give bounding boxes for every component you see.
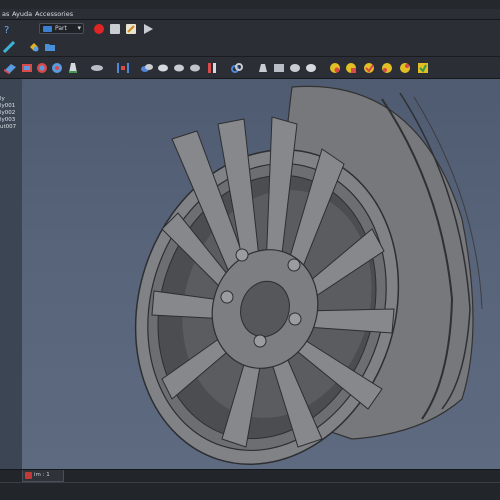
title-strip	[0, 0, 500, 9]
mirror-icon[interactable]	[205, 61, 219, 75]
divider	[0, 482, 500, 483]
wheel-model	[134, 85, 483, 465]
common-icon[interactable]	[188, 61, 202, 75]
document-icon	[25, 472, 32, 479]
toolbar-row-2	[0, 38, 500, 57]
record-macro-icon[interactable]	[93, 23, 105, 35]
boolean-icon[interactable]	[140, 61, 154, 75]
menu-item-accessories[interactable]: Accessories	[35, 10, 73, 18]
datum-plane-icon[interactable]	[90, 61, 104, 75]
part-icon	[43, 26, 52, 32]
shape-check-icon[interactable]	[362, 61, 376, 75]
menu-item-macros[interactable]: as	[2, 10, 9, 18]
tree-item[interactable]: ly001	[0, 103, 15, 109]
document-tab[interactable]: im : 1	[22, 470, 64, 482]
whats-this-icon[interactable]: ?	[2, 23, 14, 35]
model-tree-panel: ly ly001 ly002 ly003 ut007	[0, 79, 22, 469]
sweep-icon[interactable]	[344, 61, 358, 75]
shape-export-icon[interactable]	[416, 61, 430, 75]
status-bar: im : 1	[0, 469, 500, 500]
3d-viewport[interactable]	[22, 79, 500, 469]
shape-info-icon[interactable]	[328, 61, 342, 75]
shape-refine-icon[interactable]	[380, 61, 394, 75]
tree-item[interactable]: ly002	[0, 110, 15, 116]
fuse-icon[interactable]	[172, 61, 186, 75]
pocket-icon[interactable]	[20, 61, 34, 75]
shape-copy-icon[interactable]	[398, 61, 412, 75]
chamfer-icon[interactable]	[256, 61, 270, 75]
offset-icon[interactable]	[304, 61, 318, 75]
sketch-icon[interactable]	[116, 61, 130, 75]
part-selector-combo[interactable]: Part ▾	[39, 23, 84, 34]
create-part-icon[interactable]	[28, 41, 40, 53]
section-icon[interactable]	[288, 61, 302, 75]
menu-bar: as Ayuda Accessories	[0, 0, 500, 20]
create-group-icon[interactable]	[44, 41, 56, 53]
cut-icon[interactable]	[156, 61, 170, 75]
tree-item[interactable]: ly003	[0, 117, 15, 123]
menu-item-ayuda[interactable]: Ayuda	[12, 10, 32, 18]
revolution-icon[interactable]	[35, 61, 49, 75]
thickness-icon[interactable]	[272, 61, 286, 75]
stop-macro-icon[interactable]	[109, 23, 121, 35]
edit-macro-icon[interactable]	[125, 23, 137, 35]
tree-item[interactable]: ut007	[0, 124, 16, 130]
run-macro-icon[interactable]	[142, 23, 154, 35]
loft-icon[interactable]	[66, 61, 80, 75]
groove-icon[interactable]	[50, 61, 64, 75]
pad-icon[interactable]	[3, 61, 17, 75]
measure-icon[interactable]	[3, 41, 15, 53]
document-tab-label: im : 1	[34, 472, 50, 478]
svg-text:?: ?	[4, 25, 9, 35]
chevron-down-icon: ▾	[77, 24, 81, 32]
part-selector-label: Part	[55, 25, 67, 32]
toolbar-row-3	[0, 57, 500, 79]
tree-item[interactable]: ly	[0, 96, 5, 102]
chain-icon[interactable]	[230, 61, 244, 75]
